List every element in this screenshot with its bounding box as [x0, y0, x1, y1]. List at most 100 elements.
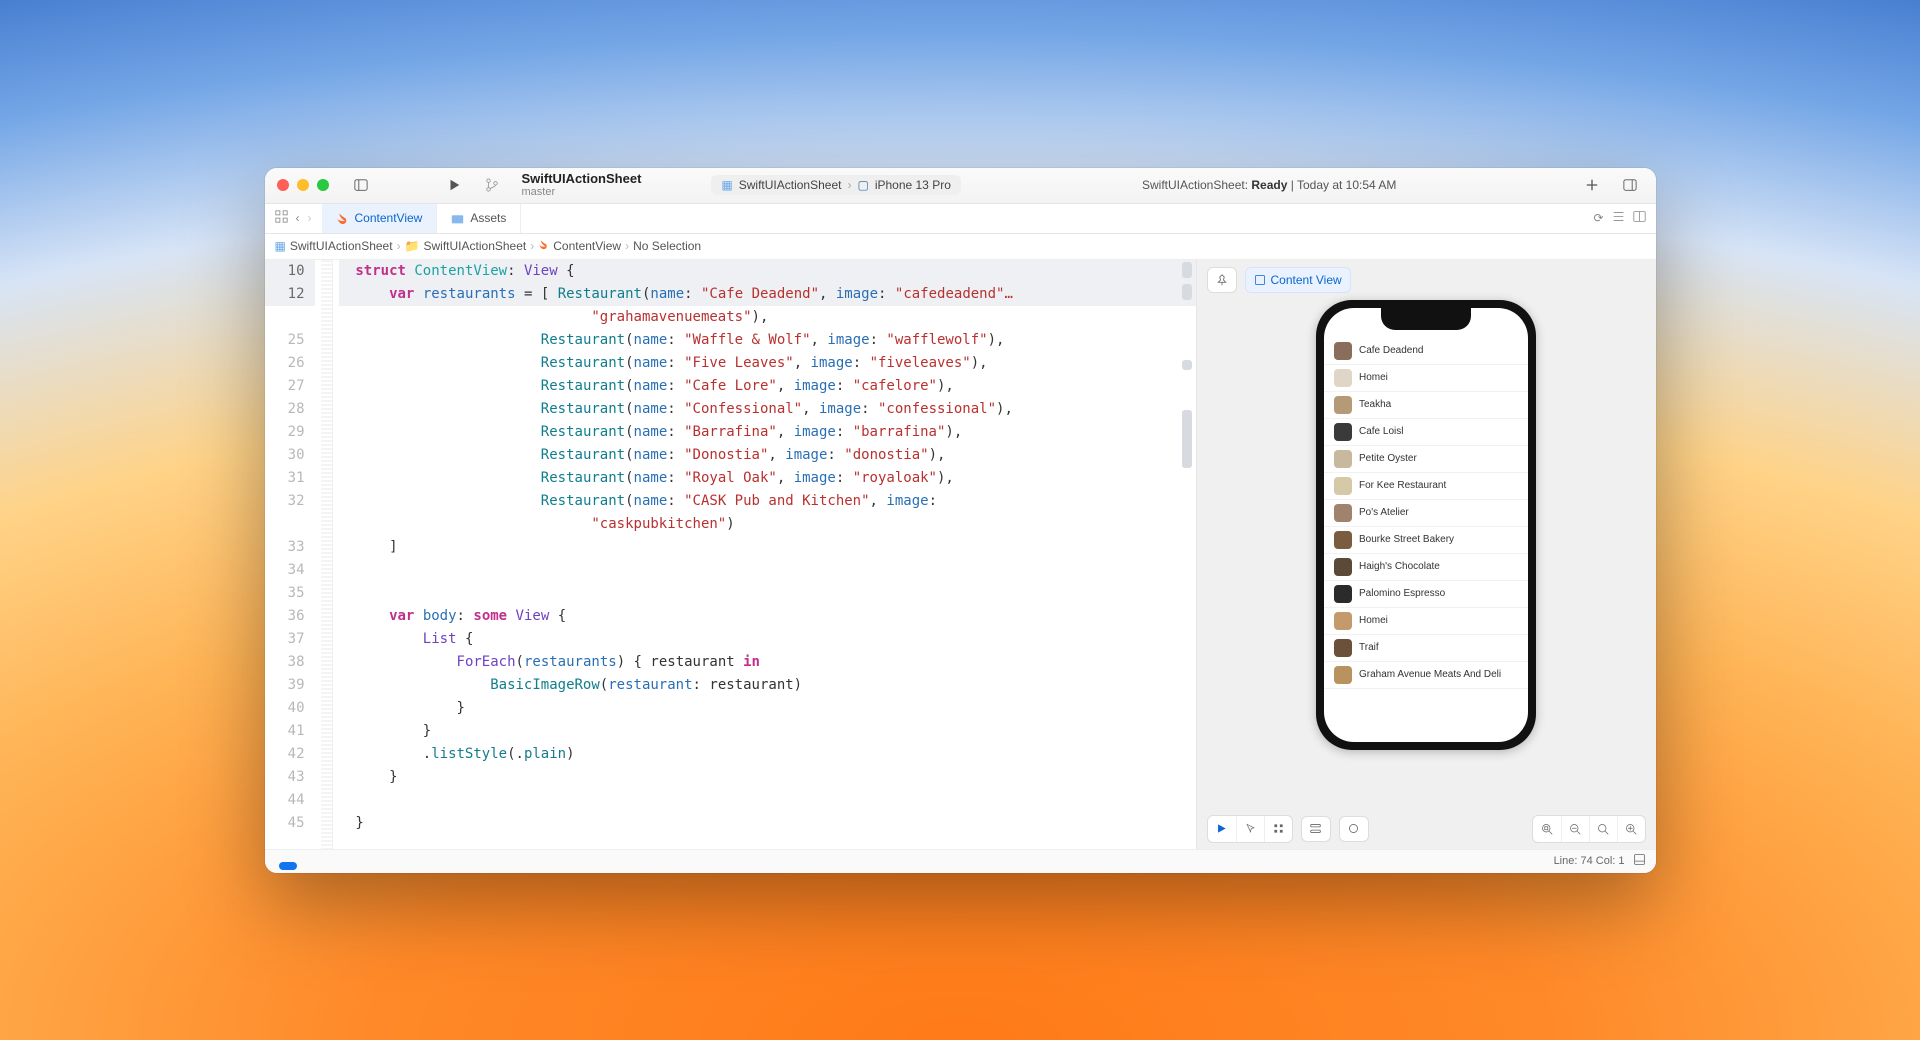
device-preview-iphone[interactable]: Cafe Deadend Homei Teakha Cafe Loisl Petite … [1316, 300, 1536, 750]
status-time: | Today at 10:54 AM [1287, 178, 1396, 192]
thumbnail [1334, 477, 1352, 495]
adjust-editor-button[interactable] [1612, 210, 1625, 226]
minimap-scrollbar[interactable] [1182, 262, 1192, 847]
source-editor[interactable]: 1012252627282930313233343536373839404142… [265, 260, 1196, 849]
activity-indicator [279, 862, 297, 870]
circle-icon [1347, 822, 1360, 835]
titlebar-right [1578, 173, 1644, 197]
preview-canvas: Content View Cafe DeadendHomeiTeakhaCafe… [1196, 260, 1656, 849]
history-back-button[interactable]: ‹ [296, 211, 300, 225]
activity-viewer: SwiftUIActionSheet: Ready | Today at 10:… [971, 175, 1568, 195]
preview-options-button[interactable] [1339, 816, 1369, 842]
line-number-gutter: 1012252627282930313233343536373839404142… [265, 260, 321, 849]
play-icon [447, 178, 461, 192]
git-branch-icon [485, 178, 499, 192]
cursor-icon [1245, 823, 1256, 834]
assets-icon [451, 212, 464, 225]
list-item[interactable]: Palomino Espresso [1324, 581, 1528, 608]
play-fill-icon [1216, 823, 1227, 834]
code-content[interactable]: struct ContentView: View { var restauran… [333, 260, 1196, 849]
project-name: SwiftUIActionSheet [522, 172, 642, 186]
list-item-label: Po's Atelier [1359, 507, 1409, 518]
thumbnail [1334, 369, 1352, 387]
refresh-canvas-button[interactable]: ⟳ [1593, 211, 1603, 225]
scm-branch-icon[interactable] [478, 173, 506, 197]
toggle-navigator-button[interactable] [347, 173, 375, 197]
zoom-window-button[interactable] [317, 179, 329, 191]
zoom-group [1532, 815, 1646, 843]
list-item[interactable]: Graham Avenue Meats And Deli [1324, 662, 1528, 689]
list-item-label: Cafe Deadend [1359, 345, 1424, 356]
scheme-selector[interactable]: ▦ SwiftUIActionSheet › ▢ iPhone 13 Pro [711, 175, 960, 195]
pin-icon [1216, 274, 1228, 286]
zoom-in-button[interactable] [1617, 816, 1645, 842]
canvas-toolbar-bottom [1197, 809, 1656, 849]
live-preview-button[interactable] [1208, 816, 1236, 842]
add-editor-button[interactable] [1633, 210, 1646, 226]
related-items-button[interactable] [275, 210, 288, 226]
fold-ribbon[interactable] [321, 260, 333, 849]
device-screen: Cafe Deadend Homei Teakha Cafe Loisl Petite … [1324, 308, 1528, 742]
list-item[interactable]: Traif [1324, 635, 1528, 662]
panel-icon [1633, 853, 1646, 866]
zoom-out-icon [1569, 823, 1581, 835]
tab-label: ContentView [355, 211, 423, 225]
thumbnail [1334, 666, 1352, 684]
run-button[interactable] [440, 173, 468, 197]
lines-icon [1612, 210, 1625, 223]
pin-preview-button[interactable] [1207, 267, 1237, 293]
thumbnail [1334, 612, 1352, 630]
slider-icon [1309, 822, 1322, 835]
tab-contentview[interactable]: ContentView [322, 204, 438, 233]
device-notch [1381, 308, 1471, 330]
jump-bar[interactable]: ▦ SwiftUIActionSheet › 📁 SwiftUIActionSh… [265, 234, 1656, 260]
scheme-device: iPhone 13 Pro [875, 178, 951, 192]
minimize-window-button[interactable] [297, 179, 309, 191]
variants-preview-button[interactable] [1264, 816, 1292, 842]
zoom-fit-icon [1541, 823, 1553, 835]
list-item-label: Homei [1359, 615, 1388, 626]
list-item[interactable]: Teakha [1324, 392, 1528, 419]
titlebar: SwiftUIActionSheet master ▦ SwiftUIActio… [265, 168, 1656, 204]
list-item[interactable]: Homei [1324, 608, 1528, 635]
zoom-in-icon [1625, 823, 1637, 835]
list-item[interactable]: Po's Atelier [1324, 500, 1528, 527]
list-item[interactable]: For Kee Restaurant [1324, 473, 1528, 500]
thumbnail [1334, 558, 1352, 576]
history-forward-button[interactable]: › [308, 211, 312, 225]
zoom-fit-button[interactable] [1533, 816, 1561, 842]
library-button[interactable] [1578, 173, 1606, 197]
close-window-button[interactable] [277, 179, 289, 191]
zoom-100-button[interactable] [1589, 816, 1617, 842]
list-item[interactable]: Bourke Street Bakery [1324, 527, 1528, 554]
selectable-preview-button[interactable] [1236, 816, 1264, 842]
swift-file-icon [336, 212, 349, 225]
app-icon: ▦ [721, 178, 732, 192]
list-item-label: Teakha [1359, 399, 1391, 410]
main-area: 1012252627282930313233343536373839404142… [265, 260, 1656, 849]
thumbnail [1334, 342, 1352, 360]
status-prefix: SwiftUIActionSheet: [1142, 178, 1251, 192]
tab-assets[interactable]: Assets [437, 204, 521, 233]
preview-target-button[interactable]: Content View [1245, 267, 1351, 293]
list-item-label: Petite Oyster [1359, 453, 1417, 464]
list-item-label: Haigh's Chocolate [1359, 561, 1440, 572]
list-item-label: Traif [1359, 642, 1379, 653]
preview-target-label: Content View [1271, 273, 1342, 287]
chevron-icon: › [530, 239, 534, 253]
thumbnail [1334, 531, 1352, 549]
toggle-inspector-button[interactable] [1616, 173, 1644, 197]
list-item[interactable]: Haigh's Chocolate [1324, 554, 1528, 581]
device-settings-button[interactable] [1301, 816, 1331, 842]
list-item[interactable]: Cafe Loisl [1324, 419, 1528, 446]
list-item[interactable]: Petite Oyster [1324, 446, 1528, 473]
zoom-out-button[interactable] [1561, 816, 1589, 842]
split-icon [1633, 210, 1646, 223]
chevron-icon: › [625, 239, 629, 253]
swift-file-icon [538, 239, 549, 253]
list-item[interactable]: Cafe Deadend [1324, 338, 1528, 365]
tab-label: Assets [470, 211, 506, 225]
list-item[interactable]: Homei [1324, 365, 1528, 392]
editor-layout-button[interactable] [1633, 853, 1646, 869]
tab-bar: ‹ › ContentView Assets ⟳ [265, 204, 1656, 234]
